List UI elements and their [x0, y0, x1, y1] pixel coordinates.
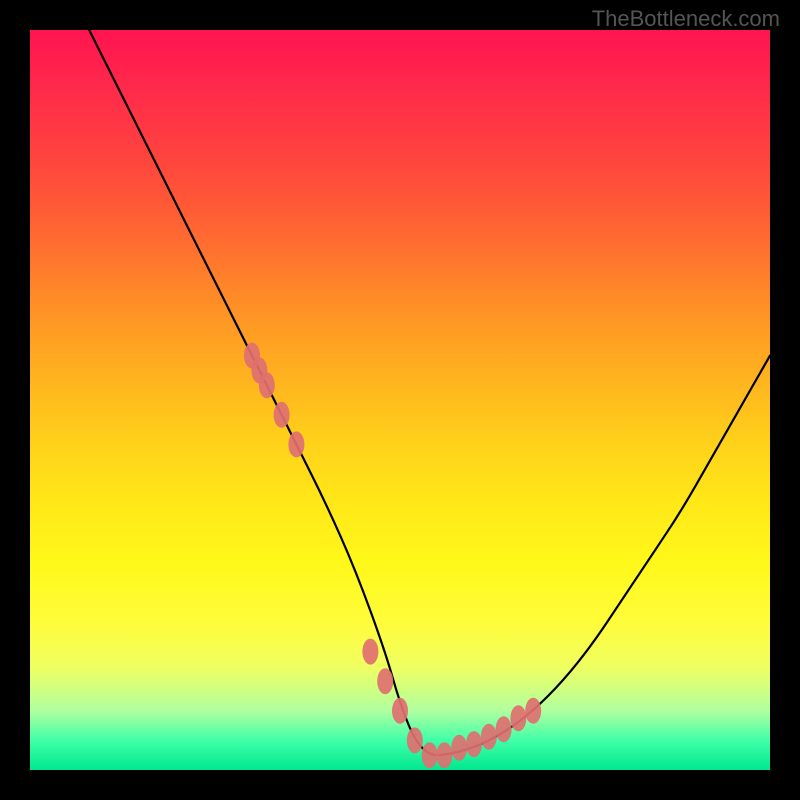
- bottleneck-curve-line: [89, 30, 770, 755]
- highlight-marker: [436, 742, 452, 768]
- watermark-text: TheBottleneck.com: [592, 6, 780, 32]
- highlight-marker: [422, 742, 438, 768]
- highlight-marker: [525, 698, 541, 724]
- highlight-marker: [407, 727, 423, 753]
- highlight-marker: [466, 731, 482, 757]
- highlight-markers-group: [244, 343, 541, 769]
- highlight-marker: [481, 724, 497, 750]
- highlight-marker: [510, 705, 526, 731]
- highlight-marker: [392, 698, 408, 724]
- highlight-marker: [274, 402, 290, 428]
- highlight-marker: [451, 735, 467, 761]
- highlight-marker: [288, 431, 304, 457]
- chart-svg: [30, 30, 770, 770]
- highlight-marker: [362, 639, 378, 665]
- highlight-marker: [259, 372, 275, 398]
- highlight-marker: [377, 668, 393, 694]
- highlight-marker: [496, 716, 512, 742]
